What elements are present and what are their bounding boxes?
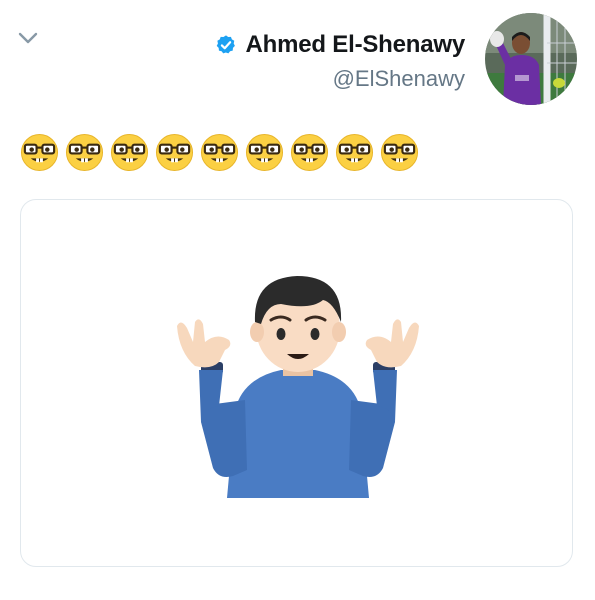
nerd-face-icon (380, 133, 419, 172)
avatar[interactable] (485, 13, 577, 105)
verified-badge-icon (217, 35, 236, 54)
nerd-face-icon (290, 133, 329, 172)
nerd-face-icon (200, 133, 239, 172)
nerd-face-icon (65, 133, 104, 172)
tweet-emoji-text (20, 133, 419, 172)
tweet-author-header[interactable]: Ahmed El-Shenawy @ElShenawy (215, 28, 465, 92)
author-handle[interactable]: @ElShenawy (215, 66, 465, 92)
nerd-face-icon (110, 133, 149, 172)
author-name-row: Ahmed El-Shenawy (215, 28, 465, 62)
nerd-face-icon (20, 133, 59, 172)
chevron-down-icon[interactable] (17, 30, 39, 46)
person-shrugging-icon (177, 276, 419, 498)
nerd-face-icon (335, 133, 374, 172)
author-display-name[interactable]: Ahmed El-Shenawy (245, 31, 465, 59)
goalkeeper-photo (485, 13, 577, 105)
nerd-face-icon (245, 133, 284, 172)
tweet-media-card[interactable] (20, 199, 573, 567)
nerd-face-icon (155, 133, 194, 172)
